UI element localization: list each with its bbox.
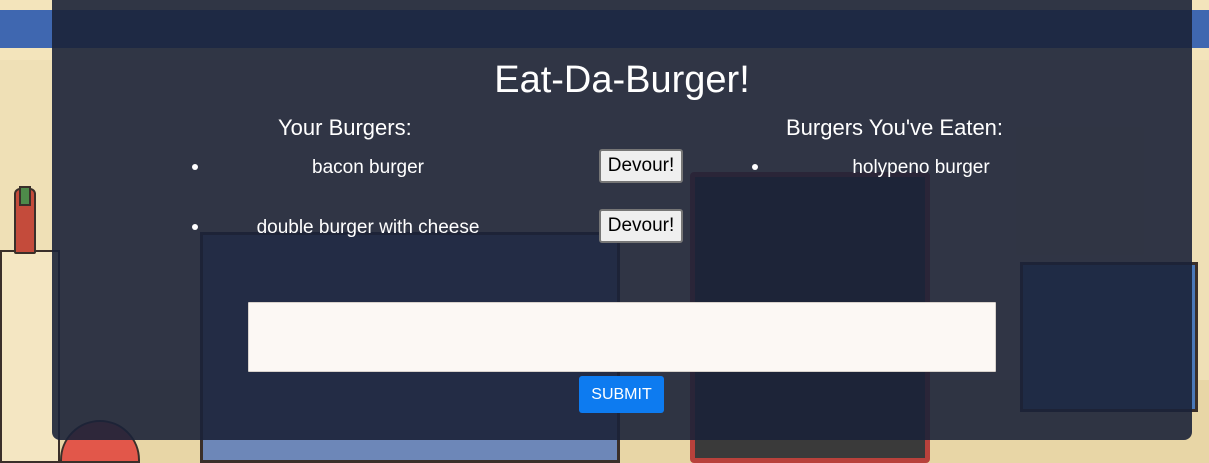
main-panel: Eat-Da-Burger! Your Burgers: Burgers You… — [52, 0, 1192, 440]
shelf — [0, 250, 60, 463]
devour-button[interactable]: Devour! — [599, 149, 683, 183]
eaten-burgers-heading: Burgers You've Eaten: — [786, 115, 1004, 140]
burger-name: bacon burger — [312, 157, 424, 178]
burger-name: double burger with cheese — [256, 217, 480, 238]
burger-name: holypeno burger — [852, 157, 990, 178]
bottle-neck — [19, 186, 31, 206]
list-item: double burger with cheese Devour! — [188, 209, 688, 246]
page-title: Eat-Da-Burger! — [494, 59, 750, 101]
burger-name-input[interactable] — [248, 302, 996, 372]
list-item: holypeno burger — [748, 150, 1098, 186]
your-burgers-heading: Your Burgers: — [278, 115, 412, 140]
list-item: bacon burger Devour! — [188, 149, 688, 186]
devour-button[interactable]: Devour! — [599, 209, 683, 243]
submit-button[interactable]: SUBMIT — [579, 376, 664, 413]
